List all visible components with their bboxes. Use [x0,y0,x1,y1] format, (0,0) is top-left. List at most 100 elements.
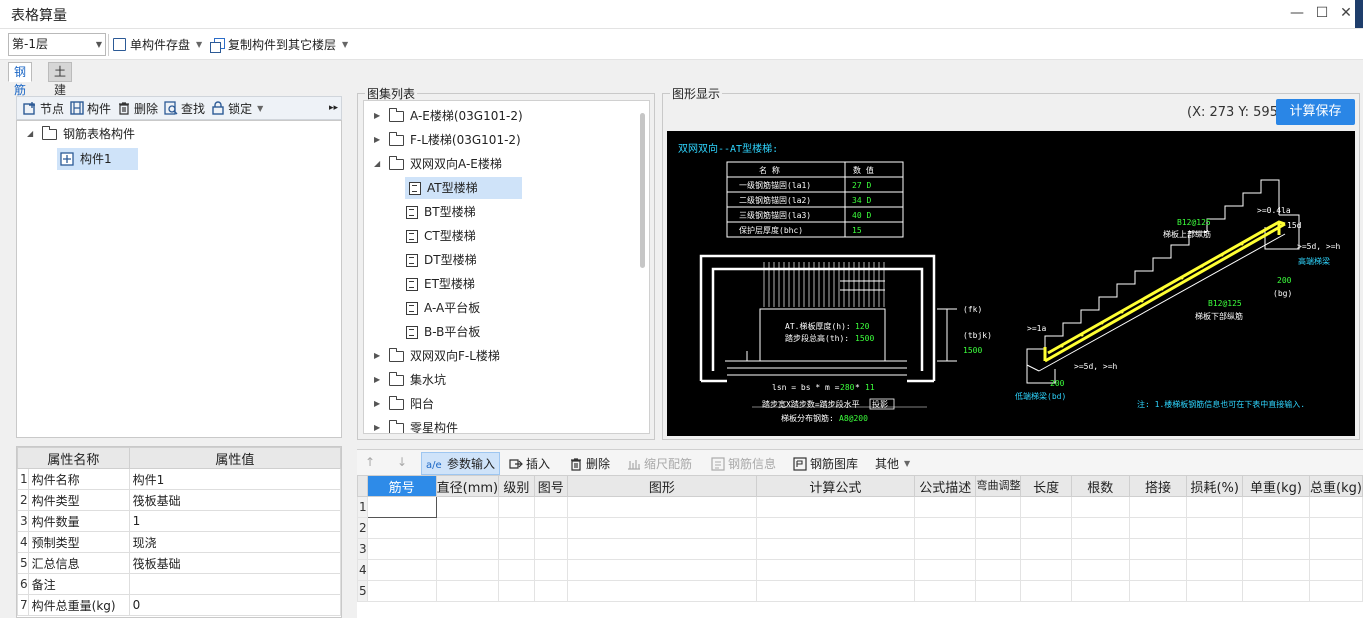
add-node-button[interactable]: 节点 [23,100,64,117]
grid-cell[interactable] [1070,559,1130,581]
grid-cell[interactable] [755,559,916,581]
close-button[interactable]: ✕ [1336,4,1356,22]
grid-header[interactable]: 筋号 [366,475,437,497]
grid-cell[interactable] [366,496,437,518]
expand-toolbar-button[interactable]: ▸▸ [329,103,338,113]
grid-cell[interactable] [1128,496,1188,518]
atlas-item[interactable]: A-A平台板 [406,297,480,319]
move-up-button[interactable]: ↑ [365,455,375,469]
grid-cell[interactable] [914,496,977,518]
grid-cell[interactable] [975,559,1022,581]
grid-cell[interactable] [1070,580,1130,602]
grid-cell[interactable] [435,496,500,518]
grid-cell[interactable] [1241,496,1310,518]
copy-to-floor-button[interactable]: 复制构件到其它楼层 ▼ [210,36,348,53]
grid-cell[interactable] [975,496,1022,518]
property-value[interactable]: 现浇 [128,531,342,553]
grid-row[interactable]: 1 [357,496,1363,518]
grid-cell[interactable] [1308,559,1363,581]
property-row[interactable]: 7 构件总重量(kg) 0 [17,594,342,616]
grid-cell[interactable] [755,517,916,539]
grid-cell[interactable] [567,559,757,581]
tree-root[interactable]: ◢ 钢筋表格构件 [27,123,135,145]
property-row[interactable]: 5 汇总信息 筏板基础 [17,552,342,574]
grid-cell[interactable] [498,538,535,560]
grid-cell[interactable] [567,517,757,539]
grid-cell[interactable] [498,559,535,581]
grid-cell[interactable] [567,580,757,602]
grid-cell[interactable] [435,580,500,602]
property-row[interactable]: 6 备注 [17,573,342,595]
grid-cell[interactable] [1308,517,1363,539]
property-value[interactable]: 构件1 [128,468,342,490]
grid-cell[interactable] [435,538,500,560]
grid-cell[interactable] [533,517,569,539]
maximize-button[interactable]: ☐ [1312,4,1332,22]
atlas-item[interactable]: AT型楼梯 [405,177,522,199]
grid-cell[interactable] [1128,559,1188,581]
atlas-item[interactable]: ◢ 双网双向A-E楼梯 [374,153,502,175]
grid-cell[interactable] [1186,559,1243,581]
atlas-item[interactable]: ▶ 阳台 [374,393,434,415]
grid-cell[interactable] [1128,538,1188,560]
property-value[interactable]: 筏板基础 [128,489,342,511]
grid-row[interactable]: 2 [357,517,1363,539]
grid-header[interactable]: 计算公式 [755,475,916,497]
grid-header[interactable]: 直径(mm) [435,475,500,497]
atlas-item[interactable]: B-B平台板 [406,321,480,343]
other-menu-button[interactable]: 其他 ▼ [875,455,910,472]
atlas-item[interactable]: ▶ 零星构件 [374,417,458,433]
grid-cell[interactable] [1070,538,1130,560]
tab-rebar[interactable]: 钢筋 [8,62,33,97]
grid-row[interactable]: 4 [357,559,1363,581]
atlas-item[interactable]: BT型楼梯 [406,201,476,223]
expand-icon[interactable]: ▶ [374,345,383,367]
grid-cell[interactable] [1308,580,1363,602]
grid-header[interactable]: 长度 [1020,475,1072,497]
grid-cell[interactable] [1308,538,1363,560]
grid-cell[interactable] [533,559,569,581]
grid-header[interactable]: 图号 [533,475,569,497]
grid-cell[interactable] [1128,580,1188,602]
add-component-button[interactable]: 构件 [70,100,111,117]
property-value[interactable]: 0 [128,594,342,616]
grid-header[interactable]: 总重(kg) [1308,475,1363,497]
atlas-item[interactable]: CT型楼梯 [406,225,476,247]
grid-header[interactable]: 根数 [1070,475,1130,497]
floor-select[interactable]: 第-1层 ▼ [8,33,106,56]
collapse-icon[interactable]: ◢ [27,123,36,145]
property-value[interactable]: 筏板基础 [128,552,342,574]
tab-civil[interactable]: 土建 [48,62,73,97]
grid-cell[interactable] [1020,538,1072,560]
expand-icon[interactable]: ▶ [374,393,383,415]
grid-cell[interactable] [1241,538,1310,560]
grid-cell[interactable] [914,559,977,581]
rebar-library-button[interactable]: 钢筋图库 [793,455,858,472]
grid-cell[interactable] [914,580,977,602]
atlas-item[interactable]: DT型楼梯 [406,249,477,271]
grid-cell[interactable] [498,517,535,539]
grid-cell[interactable] [1020,517,1072,539]
collapse-icon[interactable]: ◢ [374,153,383,175]
expand-icon[interactable]: ▶ [374,417,383,433]
atlas-scrollbar[interactable] [640,113,645,268]
grid-cell[interactable] [1308,496,1363,518]
insert-button[interactable]: 插入 [509,455,550,472]
grid-cell[interactable] [914,538,977,560]
calc-save-button[interactable]: 计算保存 [1276,99,1355,125]
delete-row-button[interactable]: 删除 [569,455,610,472]
grid-cell[interactable] [755,580,916,602]
grid-cell[interactable] [567,538,757,560]
atlas-item[interactable]: ▶ F-L楼梯(03G101-2) [374,129,521,151]
grid-cell[interactable] [1020,559,1072,581]
property-value[interactable]: 1 [128,510,342,532]
grid-cell[interactable] [533,538,569,560]
grid-cell[interactable] [1070,517,1130,539]
grid-header[interactable]: 公式描述 [914,475,977,497]
grid-cell[interactable] [1241,580,1310,602]
grid-cell[interactable] [498,580,535,602]
grid-cell[interactable] [533,580,569,602]
move-down-button[interactable]: ↓ [397,455,407,469]
grid-cell[interactable] [755,538,916,560]
expand-icon[interactable]: ▶ [374,105,383,127]
